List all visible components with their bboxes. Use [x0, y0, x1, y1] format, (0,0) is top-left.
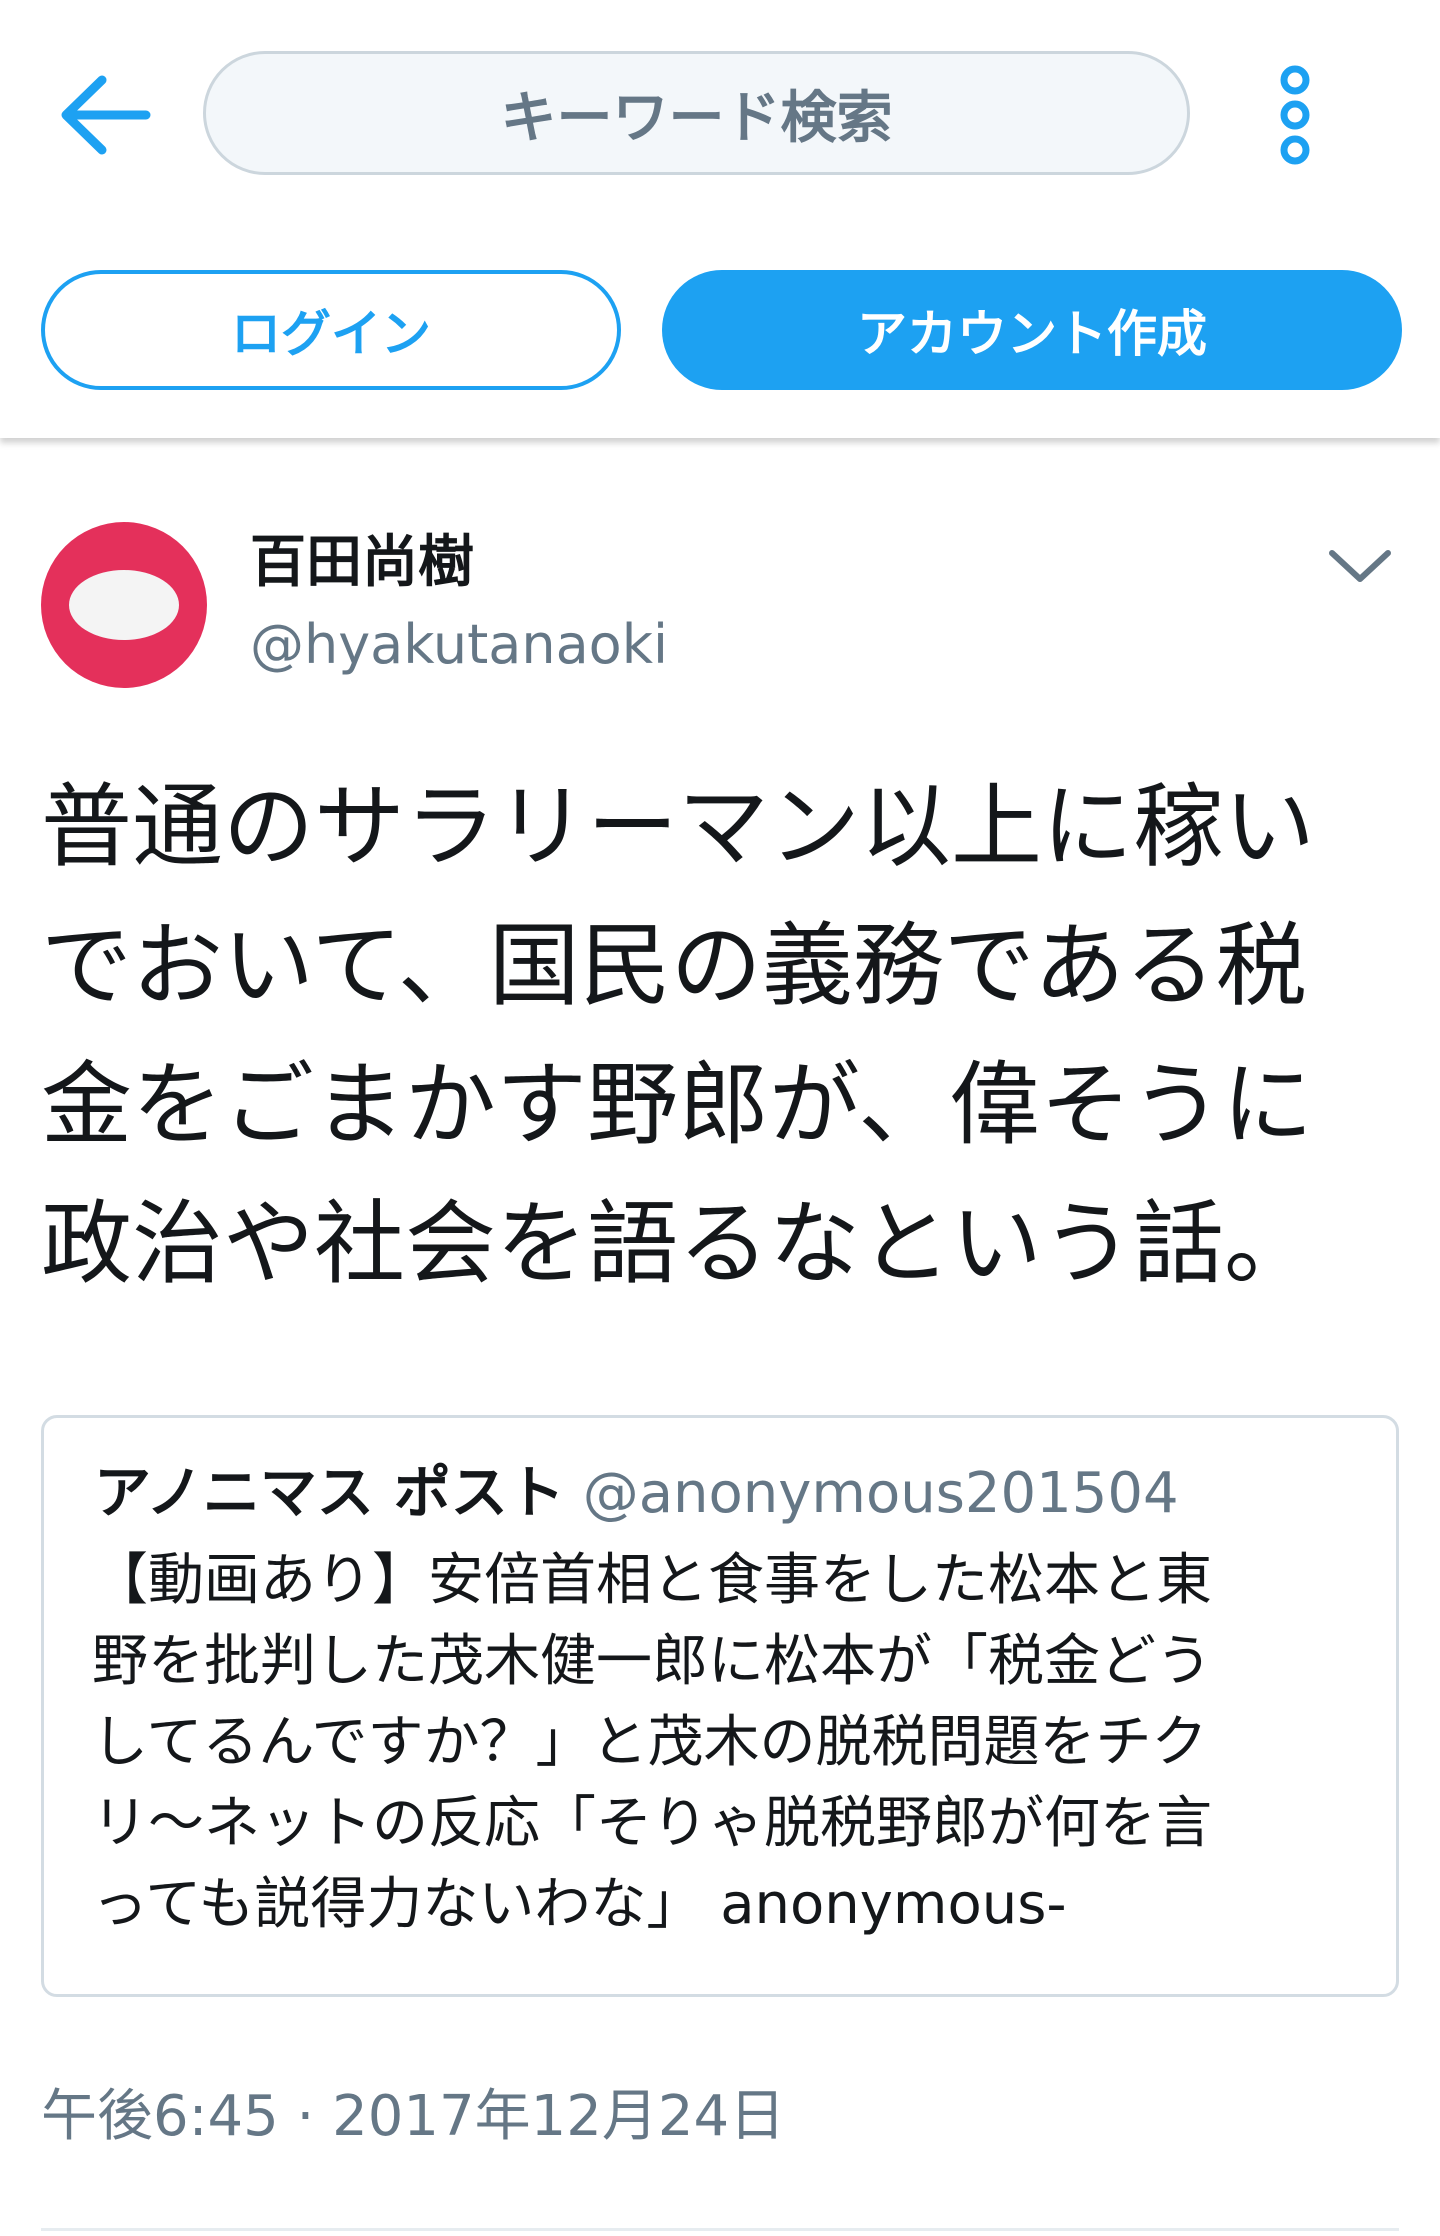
- quoted-tweet-text: 【動画あり】安倍首相と食事をした松本と東 野を批判した茂木健一郎に松本が「税金ど…: [92, 1548, 1212, 1937]
- tweet-timestamp[interactable]: 午後6:45 · 2017年12月24日: [41, 2080, 785, 2154]
- author-username[interactable]: @hyakutanaoki: [250, 612, 668, 678]
- author-display-name[interactable]: 百田尚樹: [250, 528, 474, 598]
- divider: [41, 2228, 1399, 2231]
- search-input[interactable]: キーワード検索: [203, 51, 1190, 175]
- top-header: キーワード検索 ログイン アカウント作成: [0, 0, 1440, 438]
- signup-button-label: アカウント作成: [857, 305, 1207, 363]
- arrow-left-icon: [61, 75, 151, 155]
- search-placeholder: キーワード検索: [500, 85, 893, 151]
- quoted-author-name: アノニマス ポスト: [94, 1460, 565, 1526]
- signup-button[interactable]: アカウント作成: [662, 270, 1402, 390]
- login-button-label: ログイン: [231, 305, 431, 363]
- quoted-tweet-card[interactable]: アノニマス ポスト @anonymous201504 【動画あり】安倍首相と食事を…: [41, 1415, 1399, 1997]
- quoted-author-handle: @anonymous201504: [582, 1461, 1179, 1526]
- back-button[interactable]: [52, 60, 162, 170]
- more-vertical-icon: [1280, 65, 1310, 165]
- tweet-text: 普通のサラリーマン以上に稼い でおいて、国民の義務である税 金をごまかす野郎が、…: [41, 775, 1316, 1297]
- quoted-tweet-header: アノニマス ポスト @anonymous201504: [94, 1458, 1179, 1542]
- login-button[interactable]: ログイン: [41, 270, 621, 390]
- tweet-options-button[interactable]: [1320, 535, 1400, 595]
- avatar-image: [69, 570, 179, 640]
- more-options-button[interactable]: [1260, 60, 1330, 170]
- chevron-down-icon: [1329, 550, 1391, 582]
- avatar[interactable]: [41, 522, 207, 688]
